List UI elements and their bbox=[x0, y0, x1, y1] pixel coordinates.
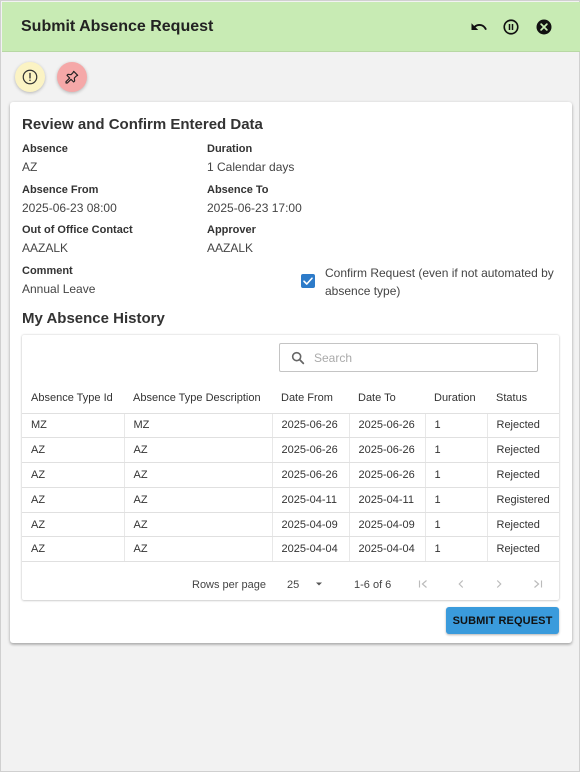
page-title: Submit Absence Request bbox=[21, 18, 214, 35]
comment-label: Comment bbox=[22, 265, 73, 277]
table-cell: 1 bbox=[425, 462, 488, 488]
pin-icon bbox=[65, 70, 79, 84]
history-table: Absence Type Id Absence Type Description… bbox=[22, 384, 559, 563]
table-cell: 2025-06-26 bbox=[349, 437, 426, 464]
table-cell: 2025-06-26 bbox=[349, 413, 426, 439]
table-cell: AZ bbox=[124, 437, 273, 464]
table-cell: 2025-04-04 bbox=[349, 536, 426, 563]
table-cell: Rejected bbox=[487, 512, 559, 538]
table-cell: 1 bbox=[425, 413, 488, 439]
table-cell: 2025-06-26 bbox=[272, 462, 350, 488]
table-cell: Rejected bbox=[487, 437, 559, 464]
table-cell: 2025-06-26 bbox=[349, 462, 426, 488]
comment-value: Annual Leave bbox=[22, 282, 96, 296]
table-row[interactable]: AZ AZ 2025-06-26 2025-06-26 1 Rejected bbox=[22, 437, 559, 464]
duration-label: Duration bbox=[207, 143, 253, 155]
table-row[interactable]: MZ MZ 2025-06-26 2025-06-26 1 Rejected bbox=[22, 413, 559, 439]
pin-button[interactable] bbox=[57, 62, 87, 92]
table-row[interactable]: AZ AZ 2025-04-04 2025-04-04 1 Rejected bbox=[22, 536, 559, 563]
table-cell: 2025-06-26 bbox=[272, 413, 350, 439]
table-cell: Registered bbox=[487, 487, 559, 513]
app-window: Submit Absence Request Review and Confir… bbox=[0, 0, 580, 772]
confirm-checkbox[interactable] bbox=[301, 274, 315, 288]
search-box[interactable] bbox=[279, 343, 538, 372]
column-header[interactable]: Absence Type Id bbox=[22, 384, 124, 414]
table-cell: AZ bbox=[124, 487, 273, 513]
table-cell: 1 bbox=[425, 536, 488, 563]
submit-request-button[interactable]: SUBMIT REQUEST bbox=[446, 607, 559, 634]
review-card: Review and Confirm Entered Data Absence … bbox=[10, 102, 572, 643]
last-page-icon[interactable] bbox=[531, 577, 545, 591]
pagination-bar: Rows per page 25 1-6 of 6 bbox=[22, 568, 559, 600]
next-page-icon[interactable] bbox=[492, 577, 506, 591]
search-input[interactable] bbox=[314, 350, 514, 365]
absence-value: AZ bbox=[22, 160, 38, 174]
table-cell: Rejected bbox=[487, 536, 559, 563]
table-cell: 2025-04-09 bbox=[349, 512, 426, 538]
table-cell: AZ bbox=[124, 462, 273, 488]
approver-label: Approver bbox=[207, 224, 256, 236]
close-icon bbox=[536, 19, 552, 35]
absence-to-label: Absence To bbox=[207, 184, 269, 196]
table-cell: AZ bbox=[22, 462, 125, 488]
review-title: Review and Confirm Entered Data bbox=[22, 116, 263, 133]
rows-per-page-label: Rows per page bbox=[192, 579, 266, 591]
table-cell: AZ bbox=[22, 437, 125, 464]
rows-per-page-value[interactable]: 25 bbox=[287, 579, 299, 591]
undo-button[interactable] bbox=[468, 16, 490, 38]
table-cell: AZ bbox=[22, 536, 125, 563]
close-button[interactable] bbox=[533, 16, 555, 38]
table-cell: 2025-04-09 bbox=[272, 512, 350, 538]
table-row[interactable]: AZ AZ 2025-04-09 2025-04-09 1 Rejected bbox=[22, 512, 559, 538]
table-cell: Rejected bbox=[487, 413, 559, 439]
table-row[interactable]: AZ AZ 2025-04-11 2025-04-11 1 Registered bbox=[22, 487, 559, 513]
table-cell: 2025-04-04 bbox=[272, 536, 350, 563]
table-cell: 2025-04-11 bbox=[272, 487, 350, 513]
column-header[interactable]: Absence Type Description bbox=[124, 384, 272, 414]
table-cell: AZ bbox=[124, 536, 273, 563]
absence-from-value: 2025-06-23 08:00 bbox=[22, 201, 117, 215]
ooo-contact-value: AAZALK bbox=[22, 241, 69, 255]
column-header[interactable]: Duration bbox=[425, 384, 487, 414]
column-header[interactable]: Status bbox=[487, 384, 559, 414]
ooo-contact-label: Out of Office Contact bbox=[22, 224, 133, 236]
absence-to-value: 2025-06-23 17:00 bbox=[207, 201, 302, 215]
absence-from-label: Absence From bbox=[22, 184, 99, 196]
search-icon bbox=[291, 351, 305, 364]
pause-button[interactable] bbox=[500, 16, 522, 38]
table-cell: AZ bbox=[22, 512, 125, 538]
table-cell: MZ bbox=[22, 413, 125, 439]
table-cell: 1 bbox=[425, 437, 488, 464]
undo-icon bbox=[471, 23, 487, 30]
table-cell: MZ bbox=[124, 413, 273, 439]
first-page-icon[interactable] bbox=[416, 577, 430, 591]
history-title: My Absence History bbox=[22, 310, 165, 327]
table-header-row: Absence Type Id Absence Type Description… bbox=[22, 384, 559, 414]
table-cell: AZ bbox=[22, 487, 125, 513]
info-button[interactable] bbox=[15, 62, 45, 92]
chevron-down-icon[interactable] bbox=[312, 577, 326, 591]
pause-icon bbox=[503, 19, 519, 35]
table-cell: 1 bbox=[425, 512, 488, 538]
table-cell: AZ bbox=[124, 512, 273, 538]
table-row[interactable]: AZ AZ 2025-06-26 2025-06-26 1 Rejected bbox=[22, 462, 559, 488]
table-cell: 1 bbox=[425, 487, 488, 513]
pagination-range: 1-6 of 6 bbox=[354, 579, 392, 591]
header-bar: Submit Absence Request bbox=[2, 2, 580, 52]
previous-page-icon[interactable] bbox=[454, 577, 468, 591]
table-cell: 2025-06-26 bbox=[272, 437, 350, 464]
history-table-panel: Absence Type Id Absence Type Description… bbox=[22, 335, 559, 600]
check-icon bbox=[303, 277, 313, 285]
table-cell: 2025-04-11 bbox=[349, 487, 426, 513]
column-header[interactable]: Date From bbox=[272, 384, 349, 414]
absence-label: Absence bbox=[22, 143, 68, 155]
duration-value: 1 Calendar days bbox=[207, 160, 295, 174]
column-header[interactable]: Date To bbox=[349, 384, 425, 414]
approver-value: AAZALK bbox=[207, 241, 254, 255]
confirm-label: Confirm Request (even if not automated b… bbox=[325, 266, 554, 298]
info-icon bbox=[22, 69, 38, 85]
table-cell: Rejected bbox=[487, 462, 559, 488]
